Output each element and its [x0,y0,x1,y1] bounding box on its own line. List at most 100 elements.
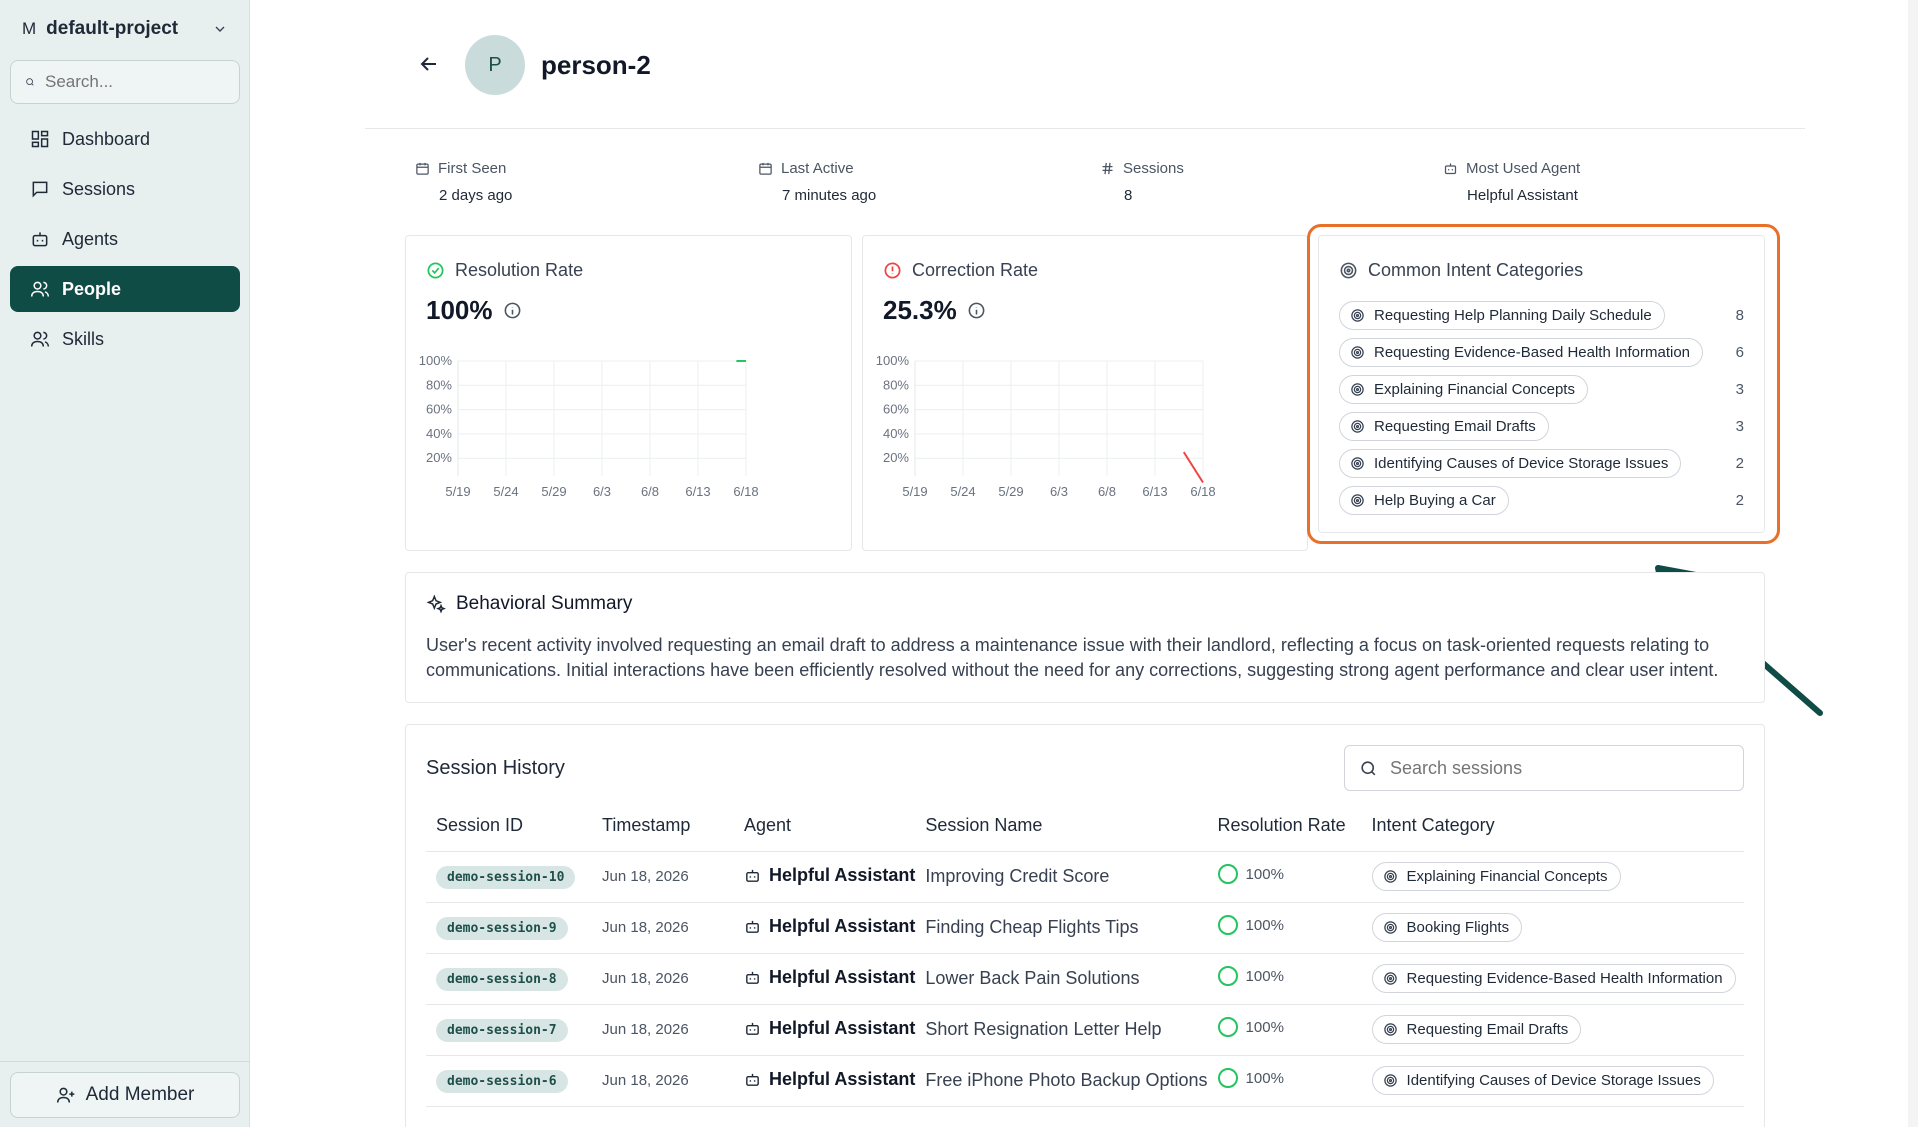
session-id-cell: demo-session-10 [426,851,592,903]
behavioral-summary-card: Behavioral Summary User's recent activit… [405,572,1765,703]
agent-link[interactable]: Helpful Assistant [744,967,915,988]
resolution-cell: 100% [1207,851,1362,903]
agent-cell: Helpful Assistant [734,1055,916,1107]
bot-icon [1444,163,1457,175]
column-header[interactable]: Session ID [426,801,592,852]
agent-link[interactable]: Helpful Assistant [744,916,915,937]
sidebar-item-sessions[interactable]: Sessions [10,166,240,212]
search-icon [26,78,34,86]
calendar-icon [759,162,772,175]
y-tick-label: 100% [419,353,453,368]
x-tick-label: 6/18 [1190,484,1215,499]
status-ring-icon [1217,1068,1238,1088]
y-tick-label: 80% [883,377,909,392]
session-id-badge[interactable]: demo-session-8 [436,967,568,991]
agent-name: Helpful Assistant [769,864,916,885]
sidebar: M default-project Dashboard Sessions Age… [0,0,250,1127]
x-tick-label: 5/24 [493,484,518,499]
session-name-cell: Improving Credit Score [915,851,1208,903]
y-tick-label: 60% [426,402,452,417]
project-initial: M [22,19,37,38]
sidebar-item-people[interactable]: People [10,266,240,312]
session-id-badge[interactable]: demo-session-9 [436,916,568,940]
x-tick-label: 5/29 [998,484,1023,499]
table-row[interactable]: demo-session-9 Jun 18, 2026 Helpful Assist… [426,902,1744,954]
y-tick-label: 100% [876,353,910,368]
table-row[interactable]: demo-session-10 Jun 18, 2026 Helpful Assis… [426,851,1744,903]
resolution-value: 100% [1245,916,1284,934]
sparkles-icon [426,594,446,614]
resolution-rate-chart: 100% 80% 60% 40% 20% 5/19 5/24 5/29 6/3 6/8 6/13 6/… [416,341,836,536]
column-header[interactable]: Intent Category [1361,801,1744,852]
agent-cell: Helpful Assistant [734,953,916,1005]
info-icon[interactable] [967,301,986,320]
session-id-badge[interactable]: demo-session-7 [436,1018,568,1042]
intent-label: Identifying Causes of Device Storage Iss… [1406,1072,1701,1089]
session-id-badge[interactable]: demo-session-6 [436,1069,568,1093]
project-switcher[interactable]: M default-project [12,12,238,46]
bot-icon [746,920,759,933]
check-circle-icon [427,262,444,279]
intent-chip[interactable]: Requesting Evidence-Based Health Informa… [1371,964,1736,993]
resolution-value: 100% [1245,967,1284,985]
dashboard-icon [31,130,49,148]
session-search-input[interactable] [1390,757,1720,779]
card-title: Correction Rate [912,260,1039,280]
sidebar-item-skills[interactable]: Skills [10,316,240,362]
session-id-cell: demo-session-6 [426,1055,592,1107]
page-scrollbar[interactable] [1908,0,1918,1127]
correction-rate-chart: 100% 80% 60% 40% 20% 5/19 5/24 5/29 6/3 6/8 6/13 6/… [873,341,1293,536]
summary-text: User's recent activity involved requesti… [426,635,1719,680]
column-header[interactable]: Agent [734,801,916,852]
calendar-icon [416,162,429,175]
stat-last-active: Last Active 7 minutes ago [758,160,876,204]
bot-icon [746,971,759,984]
intent-chip[interactable]: Requesting Email Drafts [1371,1015,1582,1044]
sidebar-item-dashboard[interactable]: Dashboard [10,116,240,162]
column-header[interactable]: Session Name [915,801,1208,852]
session-id-cell: demo-session-7 [426,1004,592,1056]
intent-chip[interactable]: Booking Flights [1371,913,1523,942]
correction-rate-card: Correction Rate 25.3% 100% 80% 60% 40% 20% 5/… [862,235,1308,551]
column-header[interactable]: Timestamp [592,801,734,852]
intent-cell: Explaining Financial Concepts [1361,851,1744,903]
table-row[interactable]: demo-session-8 Jun 18, 2026 Helpful Assist… [426,953,1744,1005]
intent-cell: Identifying Causes of Device Storage Iss… [1361,1055,1744,1107]
session-table: Session ID Timestamp Agent Session Name … [426,801,1744,1107]
info-icon[interactable] [503,301,522,320]
intent-chip[interactable]: Identifying Causes of Device Storage Iss… [1371,1066,1714,1095]
agent-link[interactable]: Helpful Assistant [744,1069,915,1090]
agent-name: Helpful Assistant [769,966,916,987]
agent-cell: Helpful Assistant [734,902,916,954]
x-tick-label: 5/19 [902,484,927,499]
intent-label: Requesting Email Drafts [1406,1021,1569,1038]
session-id-badge[interactable]: demo-session-10 [436,865,576,889]
intent-cell: Requesting Email Drafts [1361,1004,1744,1056]
x-tick-label: 6/13 [685,484,710,499]
timestamp-cell: Jun 18, 2026 [592,851,734,903]
x-tick-label: 6/13 [1142,484,1167,499]
table-header-row: Session ID Timestamp Agent Session Name … [426,801,1744,852]
table-row[interactable]: demo-session-6 Jun 18, 2026 Helpful Assist… [426,1055,1744,1107]
sidebar-search[interactable] [10,60,240,104]
session-name-cell: Short Resignation Letter Help [915,1004,1208,1056]
table-row[interactable]: demo-session-7 Jun 18, 2026 Helpful Assist… [426,1004,1744,1056]
timestamp-cell: Jun 18, 2026 [592,953,734,1005]
status-ring-icon [1217,915,1238,935]
column-header[interactable]: Resolution Rate [1207,801,1362,852]
sidebar-search-input[interactable] [45,72,225,92]
add-member-button[interactable]: Add Member [10,1072,240,1118]
intent-chip[interactable]: Explaining Financial Concepts [1371,862,1621,891]
resolution-cell: 100% [1207,902,1362,954]
agent-link[interactable]: Helpful Assistant [744,865,915,886]
y-tick-label: 80% [426,377,452,392]
timestamp-cell: Jun 18, 2026 [592,902,734,954]
agent-link[interactable]: Helpful Assistant [744,1018,915,1039]
intent-cell: Requesting Evidence-Based Health Informa… [1361,953,1744,1005]
session-search[interactable] [1344,745,1744,791]
y-tick-label: 40% [883,426,909,441]
target-icon [1383,870,1397,883]
back-arrow-icon[interactable] [417,52,441,76]
sidebar-item-agents[interactable]: Agents [10,216,240,262]
timestamp-cell: Jun 18, 2026 [592,1055,734,1107]
